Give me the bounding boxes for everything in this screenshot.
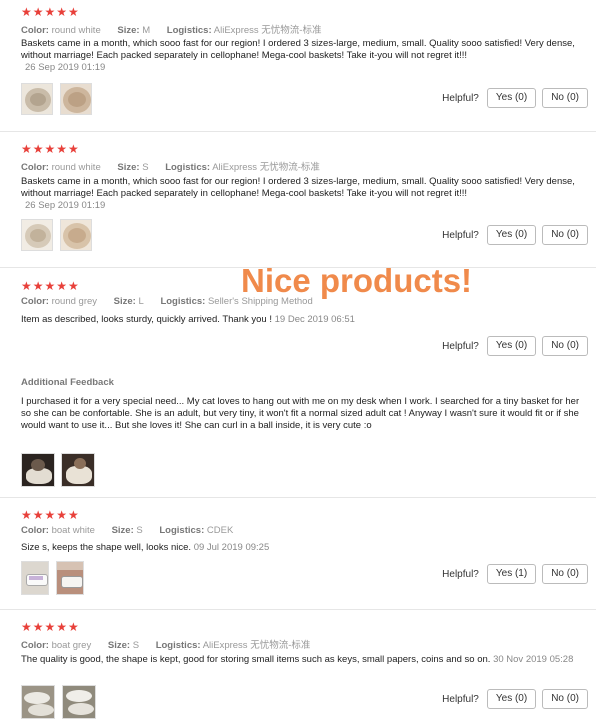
photo-thumbnail[interactable] (21, 561, 49, 595)
color-value: boat grey (51, 640, 92, 651)
review-body: Size s, keeps the shape well, looks nice… (21, 542, 192, 553)
review-date: 26 Sep 2019 01:19 (25, 200, 106, 211)
helpful-votes: Helpful? Yes (0) No (0) (442, 88, 588, 108)
star-rating: ★★★★★ (21, 279, 80, 293)
color-value: round white (51, 25, 101, 36)
photo-thumbnail[interactable] (21, 219, 53, 251)
size-label: Size: (111, 525, 134, 536)
review-body: Baskets came in a month, which sooo fast… (21, 176, 575, 199)
review-body: Item as described, looks sturdy, quickly… (21, 314, 272, 325)
review-card: ★★★★★ Color: boat white Size: S Logistic… (0, 497, 596, 610)
size-label: Size: (117, 162, 140, 173)
color-label: Color: (21, 25, 49, 36)
color-value: round white (51, 162, 101, 173)
review-meta: Color: round white Size: M Logistics: Al… (21, 22, 321, 36)
helpful-no-button[interactable]: No (0) (542, 88, 588, 108)
size-value: S (132, 640, 140, 651)
size-value: M (142, 25, 151, 36)
photo-thumbnail[interactable] (60, 219, 92, 251)
review-text: Baskets came in a month, which sooo fast… (21, 38, 581, 74)
photo-thumbnail[interactable] (60, 83, 92, 115)
helpful-votes: Helpful? Yes (0) No (0) (442, 225, 588, 245)
star-rating: ★★★★★ (21, 142, 80, 156)
logistics-value: AliExpress 无忧物流-标准 (213, 25, 322, 36)
review-date: 26 Sep 2019 01:19 (25, 62, 106, 73)
review-card: ★★★★★ Color: round grey Size: L Logistic… (0, 267, 596, 498)
review-card: ★★★★★ Color: boat grey Size: S Logistics… (0, 609, 596, 722)
review-meta: Color: round white Size: S Logistics: Al… (21, 159, 320, 173)
star-rating: ★★★★★ (21, 5, 80, 19)
helpful-label: Helpful? (442, 229, 479, 241)
additional-feedback-text: I purchased it for a very special need..… (21, 396, 580, 431)
helpful-votes: Helpful? Yes (0) No (0) (442, 336, 588, 356)
color-label: Color: (21, 162, 49, 173)
size-value: S (136, 525, 143, 536)
review-date: 09 Jul 2019 09:25 (193, 542, 270, 553)
photo-thumbnail[interactable] (21, 453, 55, 487)
logistics-label: Logistics: (155, 640, 201, 651)
photo-thumbnail[interactable] (56, 561, 84, 595)
helpful-yes-button[interactable]: Yes (0) (486, 336, 537, 356)
color-value: boat white (51, 525, 95, 536)
photo-thumbnail[interactable] (21, 83, 53, 115)
review-card: ★★★★★ Color: round white Size: M Logisti… (0, 0, 596, 132)
review-meta: Color: boat white Size: S Logistics: CDE… (21, 525, 233, 536)
helpful-no-button[interactable]: No (0) (542, 564, 588, 584)
review-text: Baskets came in a month, which sooo fast… (21, 176, 581, 212)
review-card: ★★★★★ Color: round white Size: S Logisti… (0, 131, 596, 268)
color-label: Color: (21, 296, 49, 307)
helpful-no-button[interactable]: No (0) (542, 336, 588, 356)
review-date: 19 Dec 2019 06:51 (274, 314, 355, 325)
color-label: Color: (21, 525, 49, 536)
helpful-label: Helpful? (442, 693, 479, 705)
logistics-label: Logistics: (166, 25, 212, 36)
logistics-label: Logistics: (165, 162, 211, 173)
helpful-yes-button[interactable]: Yes (0) (486, 689, 537, 709)
size-label: Size: (113, 296, 136, 307)
review-body: The quality is good, the shape is kept, … (21, 654, 491, 665)
review-text: Size s, keeps the shape well, looks nice… (21, 542, 581, 554)
helpful-votes: Helpful? Yes (1) No (0) (442, 564, 588, 584)
overlay-caption: Nice products! (241, 262, 473, 299)
helpful-yes-button[interactable]: Yes (1) (486, 564, 537, 584)
helpful-yes-button[interactable]: Yes (0) (486, 225, 537, 245)
color-value: round grey (51, 296, 98, 307)
logistics-value: AliExpress 无忧物流-标准 (202, 640, 311, 651)
review-date: 30 Nov 2019 05:28 (493, 654, 574, 665)
photo-thumbnail[interactable] (21, 685, 55, 719)
helpful-votes: Helpful? Yes (0) No (0) (442, 689, 588, 709)
star-rating: ★★★★★ (21, 508, 80, 522)
photo-thumbnails (21, 219, 92, 251)
color-label: Color: (21, 640, 49, 651)
review-body: Baskets came in a month, which sooo fast… (21, 38, 575, 61)
helpful-no-button[interactable]: No (0) (542, 689, 588, 709)
logistics-label: Logistics: (160, 296, 206, 307)
photo-thumbnail[interactable] (61, 453, 95, 487)
photo-thumbnail[interactable] (62, 685, 96, 719)
review-meta: Color: boat grey Size: S Logistics: AliE… (21, 637, 310, 651)
size-label: Size: (107, 640, 131, 651)
photo-thumbnails (21, 685, 96, 719)
review-text: Item as described, looks sturdy, quickly… (21, 314, 581, 326)
additional-feedback-heading: Additional Feedback (21, 377, 114, 388)
photo-thumbnails (21, 561, 84, 595)
helpful-label: Helpful? (442, 568, 479, 580)
logistics-value: AliExpress 无忧物流-标准 (212, 162, 320, 173)
logistics-label: Logistics: (159, 525, 205, 536)
size-value: S (142, 162, 149, 173)
helpful-yes-button[interactable]: Yes (0) (486, 88, 537, 108)
size-label: Size: (117, 25, 140, 36)
photo-thumbnails (21, 453, 95, 487)
logistics-value: CDEK (206, 525, 234, 536)
review-text: The quality is good, the shape is kept, … (21, 654, 581, 666)
star-rating: ★★★★★ (21, 620, 80, 634)
photo-thumbnails (21, 83, 92, 115)
helpful-label: Helpful? (442, 92, 479, 104)
helpful-label: Helpful? (442, 340, 479, 352)
helpful-no-button[interactable]: No (0) (542, 225, 588, 245)
size-value: L (138, 296, 144, 307)
